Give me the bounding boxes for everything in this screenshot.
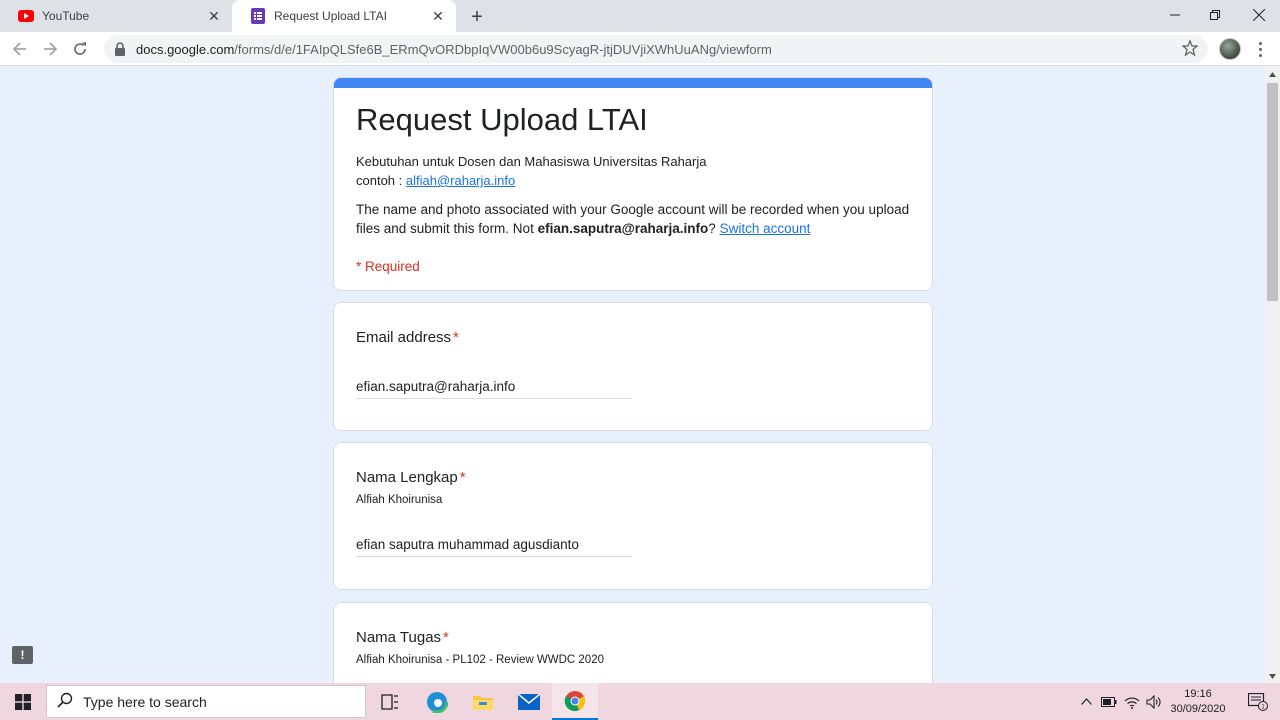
youtube-icon [18, 8, 34, 24]
mail-icon[interactable] [506, 683, 552, 720]
question-label: Email address * [356, 329, 459, 346]
chrome-taskbar-icon[interactable] [552, 683, 598, 720]
task-view-icon[interactable] [367, 683, 413, 720]
windows-taskbar: Type here to search 19:16 30/09/2020 1 [0, 683, 1280, 720]
battery-icon[interactable] [1099, 683, 1119, 720]
file-explorer-icon[interactable] [460, 683, 506, 720]
form-description: Kebutuhan untuk Dosen dan Mahasiswa Univ… [356, 152, 706, 190]
lock-icon [114, 42, 128, 56]
description-example: contoh : alfiah@raharja.info [356, 171, 706, 190]
edge-browser-icon[interactable] [414, 683, 460, 720]
scroll-up-arrow-icon[interactable] [1265, 67, 1280, 81]
url-host: docs.google.com [136, 41, 235, 57]
scroll-down-arrow-icon[interactable] [1265, 669, 1280, 683]
address-bar[interactable]: docs.google.com/forms/d/e/1FAIpQLSfe6B_E… [104, 35, 1208, 63]
chrome-menu-icon[interactable] [1252, 38, 1268, 60]
question-card-full-name: Nama Lengkap * Alfiah Khoirunisa [333, 442, 933, 590]
clock-date: 30/09/2020 [1170, 703, 1226, 715]
back-arrow-icon[interactable] [8, 37, 32, 61]
question-label: Nama Lengkap * [356, 469, 466, 486]
close-tab-icon[interactable]: ✕ [430, 8, 446, 24]
form-header-card: Request Upload LTAI Kebutuhan untuk Dose… [333, 77, 933, 291]
action-center-icon[interactable]: 1 [1236, 683, 1280, 720]
page-scrollbar[interactable] [1265, 67, 1280, 683]
close-window-icon[interactable] [1236, 0, 1280, 30]
profile-avatar[interactable] [1219, 38, 1241, 60]
clock-time: 19:16 [1184, 688, 1212, 700]
reload-icon[interactable] [68, 37, 92, 61]
tab-request-upload[interactable]: Request Upload LTAI ✕ [232, 0, 456, 32]
required-asterisk: * [443, 629, 449, 646]
form-title: Request Upload LTAI [356, 102, 648, 137]
account-email: efian.saputra@raharja.info [537, 221, 709, 236]
tab-youtube[interactable]: YouTube ✕ [0, 0, 232, 32]
new-tab-button[interactable]: + [466, 6, 488, 28]
report-feedback-icon[interactable]: ! [12, 646, 33, 664]
url-path: /forms/d/e/1FAIpQLSfe6B_ERmQvORDbpIqVW00… [234, 41, 772, 57]
taskbar-clock[interactable]: 19:16 30/09/2020 [1160, 685, 1236, 718]
forward-arrow-icon[interactable] [38, 37, 62, 61]
question-title: Nama Lengkap [356, 469, 458, 486]
full-name-field[interactable] [356, 533, 632, 557]
wifi-icon[interactable] [1122, 683, 1142, 720]
page-viewport: Request Upload LTAI Kebutuhan untuk Dose… [0, 67, 1265, 683]
account-notice: The name and photo associated with your … [356, 200, 916, 238]
form-accent-bar [334, 78, 932, 88]
search-icon [57, 692, 73, 711]
browser-toolbar: docs.google.com/forms/d/e/1FAIpQLSfe6B_E… [0, 32, 1280, 66]
scrollbar-thumb[interactable] [1267, 83, 1278, 301]
account-notice-suffix: ? [708, 221, 720, 236]
required-note: * Required [356, 259, 420, 274]
required-asterisk: * [453, 329, 459, 346]
search-placeholder: Type here to search [83, 693, 207, 710]
question-description: Alfiah Khoirunisa - PL102 - Review WWDC … [356, 654, 604, 666]
tab-title: Request Upload LTAI [274, 9, 387, 23]
question-title: Email address [356, 329, 452, 346]
windows-start-icon[interactable] [0, 683, 46, 720]
restore-icon[interactable] [1192, 0, 1238, 30]
question-description: Alfiah Khoirunisa [356, 494, 443, 506]
question-title: Nama Tugas [356, 629, 442, 646]
browser-tab-strip: YouTube ✕ Request Upload LTAI ✕ + [0, 0, 1280, 32]
bookmark-star-icon[interactable] [1181, 39, 1200, 58]
example-email-link[interactable]: alfiah@raharja.info [406, 173, 515, 188]
taskbar-search-box[interactable]: Type here to search [46, 685, 366, 718]
question-card-email: Email address * [333, 302, 933, 431]
example-prefix: contoh : [356, 173, 406, 188]
google-forms-icon [250, 8, 266, 24]
show-hidden-icons-chevron-icon[interactable] [1076, 683, 1096, 720]
email-field[interactable] [356, 375, 632, 399]
question-card-task-name: Nama Tugas * Alfiah Khoirunisa - PL102 - … [333, 602, 933, 683]
switch-account-link[interactable]: Switch account [720, 221, 811, 236]
required-asterisk: * [459, 469, 466, 486]
close-tab-icon[interactable]: ✕ [206, 8, 222, 24]
description-line: Kebutuhan untuk Dosen dan Mahasiswa Univ… [356, 154, 707, 169]
question-label: Nama Tugas * [356, 629, 449, 646]
tab-title: YouTube [42, 9, 90, 23]
